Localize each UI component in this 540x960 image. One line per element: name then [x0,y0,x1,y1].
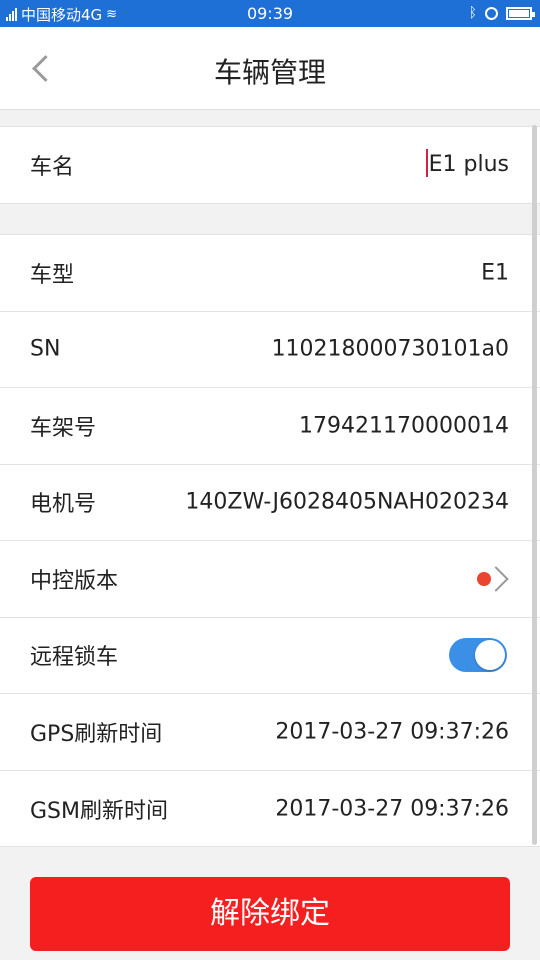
text-caret [425,149,428,177]
status-time: 09:39 [246,4,294,23]
frame-number-label: 车架号 [30,415,97,441]
motor-number-label: 电机号 [30,492,97,518]
scrollbar[interactable] [532,125,537,845]
vehicle-name-label: 车名 [30,155,75,180]
app-header: 车辆管理 [0,27,540,110]
model-value: E1 [481,260,509,286]
model-row: 车型 E1 [0,235,540,312]
gsm-refresh-label: GSM刷新时间 [30,798,168,824]
sn-label: SN [30,336,61,362]
vehicle-name-row[interactable]: 车名 E1 plus [0,127,540,203]
chevron-right-icon [483,566,509,592]
gsm-refresh-row: GSM刷新时间 2017-03-27 09:37:26 [0,771,540,848]
alarm-icon [485,6,498,20]
vehicle-name-value: E1 plus [428,152,509,177]
gps-refresh-row: GPS刷新时间 2017-03-27 09:37:26 [0,694,540,771]
toggle-knob [475,640,505,671]
gps-refresh-value: 2017-03-27 09:37:26 [275,719,509,745]
remote-lock-label: 远程锁车 [30,645,119,671]
vehicle-name-input[interactable]: E1 plus [425,149,509,179]
unbind-button[interactable]: 解除绑定 [30,877,510,951]
remote-lock-row: 远程锁车 [0,618,540,694]
motor-number-value: 140ZW-J6028405NAH020234 [185,489,509,515]
remote-lock-toggle[interactable] [449,638,507,673]
motor-number-row: 电机号 140ZW-J6028405NAH020234 [0,465,540,541]
vehicle-name-section: 车名 E1 plus [0,126,540,204]
sn-row: SN 110218000730101a0 [0,312,540,388]
vehicle-details-section: 车型 E1 SN 110218000730101a0 车架号 179421170… [0,234,540,847]
page-title: 车辆管理 [213,56,326,89]
status-bar: 中国移动4G ≋ 09:39 ᛒ [0,0,540,27]
model-label: 车型 [30,262,75,288]
firmware-version-label: 中控版本 [30,568,119,594]
bluetooth-icon: ᛒ [468,5,477,21]
sn-value: 110218000730101a0 [271,336,509,362]
firmware-version-row[interactable]: 中控版本 [0,541,540,618]
status-right: ᛒ [468,5,535,21]
frame-number-row: 车架号 179421170000014 [0,388,540,465]
gps-refresh-label: GPS刷新时间 [30,721,163,747]
frame-number-value: 179421170000014 [299,413,509,439]
battery-icon [506,6,535,20]
gsm-refresh-value: 2017-03-27 09:37:26 [275,796,509,822]
